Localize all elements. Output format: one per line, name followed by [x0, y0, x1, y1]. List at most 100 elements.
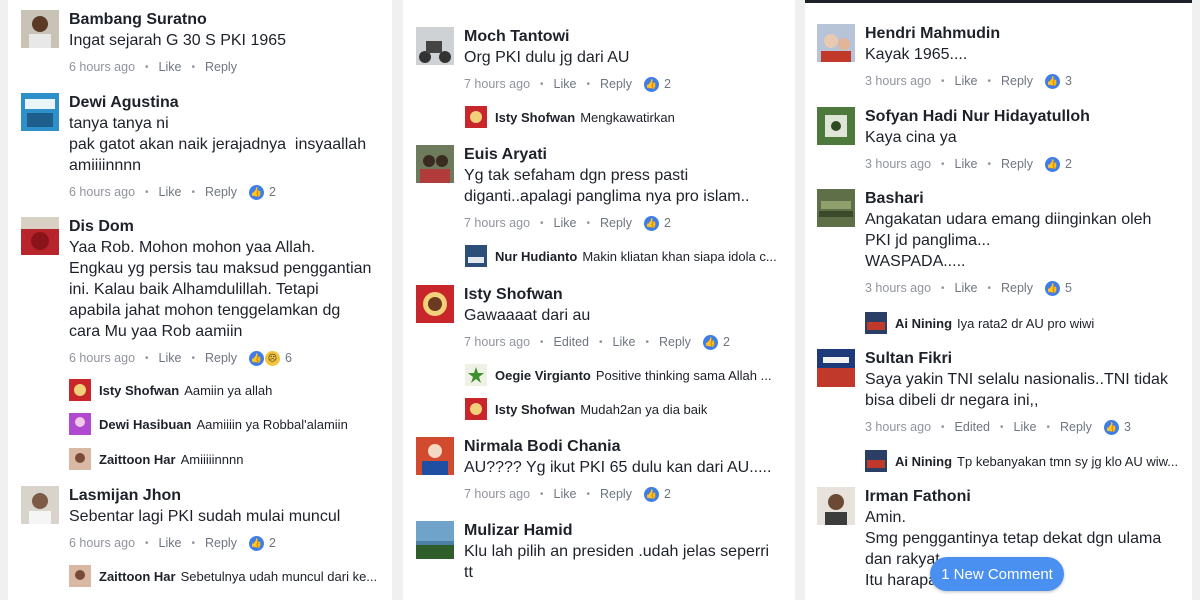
avatar[interactable]	[416, 27, 454, 65]
like-link[interactable]: Like	[159, 185, 182, 199]
reply-author-name[interactable]: Zaittoon Har	[99, 452, 176, 467]
avatar[interactable]	[21, 217, 59, 255]
reply-link[interactable]: Reply	[600, 487, 632, 501]
comment-column-1[interactable]: Bambang Suratno Ingat sejarah G 30 S PKI…	[8, 0, 392, 600]
reply-link[interactable]: Reply	[1001, 74, 1033, 88]
new-comment-button[interactable]: 1 New Comment	[930, 557, 1064, 591]
comment-timestamp[interactable]: 3 hours ago	[865, 74, 931, 88]
comment-timestamp[interactable]: 3 hours ago	[865, 281, 931, 295]
reply-author-name[interactable]: Dewi Hasibuan	[99, 417, 191, 432]
comment-column-3[interactable]: Hendri Mahmudin Kayak 1965.... 3 hours a…	[805, 0, 1192, 600]
reaction-summary[interactable]: 👍 ☹ 6	[248, 350, 292, 366]
commenter-name[interactable]: Sultan Fikri	[865, 349, 1190, 369]
like-link[interactable]: Like	[554, 77, 577, 91]
commenter-name[interactable]: Nirmala Bodi Chania	[464, 437, 794, 457]
reply-link[interactable]: Reply	[600, 77, 632, 91]
reaction-summary[interactable]: 👍 2	[248, 535, 276, 551]
reaction-summary[interactable]: 👍 2	[702, 334, 730, 350]
like-link[interactable]: Like	[613, 335, 636, 349]
commenter-name[interactable]: Bashari	[865, 189, 1190, 209]
avatar[interactable]	[817, 189, 855, 227]
avatar[interactable]	[69, 448, 91, 470]
avatar[interactable]	[817, 349, 855, 387]
reply-link[interactable]: Reply	[659, 335, 691, 349]
like-link[interactable]: Like	[159, 351, 182, 365]
reaction-summary[interactable]: 👍 2	[643, 486, 671, 502]
reply-author-name[interactable]: Oegie Virgianto	[495, 368, 591, 383]
edited-link[interactable]: Edited	[955, 420, 990, 434]
commenter-name[interactable]: Lasmijan Jhon	[69, 486, 391, 506]
comment-timestamp[interactable]: 6 hours ago	[69, 60, 135, 74]
reaction-summary[interactable]: 👍 3	[1044, 73, 1072, 89]
comment-timestamp[interactable]: 7 hours ago	[464, 77, 530, 91]
reply-link[interactable]: Reply	[205, 351, 237, 365]
avatar[interactable]	[817, 107, 855, 145]
reply-author-name[interactable]: Isty Shofwan	[495, 110, 575, 125]
reply-link[interactable]: Reply	[205, 185, 237, 199]
like-link[interactable]: Like	[955, 74, 978, 88]
comment-timestamp[interactable]: 6 hours ago	[69, 536, 135, 550]
avatar[interactable]	[465, 106, 487, 128]
reply-author-name[interactable]: Nur Hudianto	[495, 249, 577, 264]
avatar[interactable]	[21, 486, 59, 524]
reply-author-name[interactable]: Isty Shofwan	[99, 383, 179, 398]
like-link[interactable]: Like	[554, 216, 577, 230]
like-link[interactable]: Like	[159, 536, 182, 550]
commenter-name[interactable]: Mulizar Hamid	[464, 521, 794, 541]
avatar[interactable]	[416, 521, 454, 559]
reply-author-name[interactable]: Ai Nining	[895, 316, 952, 331]
commenter-name[interactable]: Irman Fathoni	[865, 487, 1190, 507]
reaction-summary[interactable]: 👍 2	[248, 184, 276, 200]
commenter-name[interactable]: Dis Dom	[69, 217, 391, 237]
reaction-summary[interactable]: 👍 3	[1103, 419, 1131, 435]
reaction-summary[interactable]: 👍 5	[1044, 280, 1072, 296]
reply-link[interactable]: Reply	[600, 216, 632, 230]
like-link[interactable]: Like	[955, 281, 978, 295]
reply-link[interactable]: Reply	[1001, 281, 1033, 295]
avatar[interactable]	[465, 364, 487, 386]
avatar[interactable]	[69, 565, 91, 587]
reply-author-name[interactable]: Zaittoon Har	[99, 569, 176, 584]
commenter-name[interactable]: Moch Tantowi	[464, 27, 794, 47]
commenter-name[interactable]: Sofyan Hadi Nur Hidayatulloh	[865, 107, 1190, 127]
avatar[interactable]	[416, 145, 454, 183]
comment-timestamp[interactable]: 6 hours ago	[69, 351, 135, 365]
comment-timestamp[interactable]: 7 hours ago	[464, 216, 530, 230]
reaction-summary[interactable]: 👍 2	[643, 215, 671, 231]
commenter-name[interactable]: Euis Aryati	[464, 145, 794, 165]
comment-timestamp[interactable]: 6 hours ago	[69, 185, 135, 199]
edited-link[interactable]: Edited	[554, 335, 589, 349]
avatar[interactable]	[21, 10, 59, 48]
avatar[interactable]	[416, 437, 454, 475]
reply-link[interactable]: Reply	[205, 536, 237, 550]
like-link[interactable]: Like	[159, 60, 182, 74]
like-link[interactable]: Like	[955, 157, 978, 171]
reply-link[interactable]: Reply	[205, 60, 237, 74]
avatar[interactable]	[865, 450, 887, 472]
like-link[interactable]: Like	[1014, 420, 1037, 434]
avatar[interactable]	[865, 312, 887, 334]
avatar[interactable]	[465, 398, 487, 420]
commenter-name[interactable]: Isty Shofwan	[464, 285, 794, 305]
reply-link[interactable]: Reply	[1001, 157, 1033, 171]
reply-link[interactable]: Reply	[1060, 420, 1092, 434]
reaction-summary[interactable]: 👍 2	[1044, 156, 1072, 172]
comment-column-2[interactable]: Moch Tantowi Org PKI dulu jg dari AU 7 h…	[403, 0, 795, 600]
reply-author-name[interactable]: Ai Nining	[895, 454, 952, 469]
like-link[interactable]: Like	[554, 487, 577, 501]
reaction-summary[interactable]: 👍 2	[643, 76, 671, 92]
reply-author-name[interactable]: Isty Shofwan	[495, 402, 575, 417]
avatar[interactable]	[817, 24, 855, 62]
avatar[interactable]	[69, 413, 91, 435]
avatar[interactable]	[21, 93, 59, 131]
avatar[interactable]	[817, 487, 855, 525]
avatar[interactable]	[465, 245, 487, 267]
comment-timestamp[interactable]: 7 hours ago	[464, 335, 530, 349]
avatar[interactable]	[416, 285, 454, 323]
comment-timestamp[interactable]: 3 hours ago	[865, 420, 931, 434]
avatar[interactable]	[69, 379, 91, 401]
comment-timestamp[interactable]: 7 hours ago	[464, 487, 530, 501]
commenter-name[interactable]: Bambang Suratno	[69, 10, 391, 30]
commenter-name[interactable]: Dewi Agustina	[69, 93, 391, 113]
commenter-name[interactable]: Hendri Mahmudin	[865, 24, 1190, 44]
